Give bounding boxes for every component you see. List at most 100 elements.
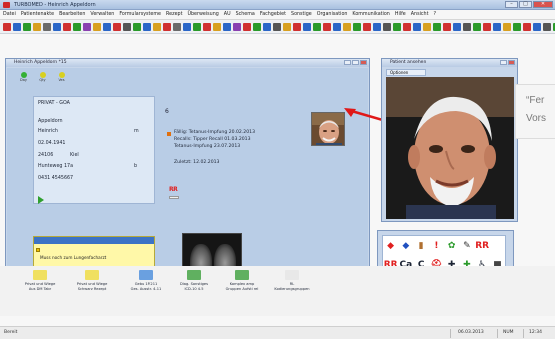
toolbar-button-icon[interactable]: [373, 22, 381, 31]
toolbar-button-icon[interactable]: [363, 22, 371, 31]
patient-minimize-button[interactable]: [344, 60, 351, 65]
toolbar-button-icon[interactable]: [353, 22, 361, 31]
menu-kommunikation[interactable]: Kommunikation: [352, 12, 389, 17]
patient-photo-thumbnail[interactable]: [311, 112, 345, 146]
toolbar-button-icon[interactable]: [343, 22, 351, 31]
toolbar-button-icon[interactable]: [333, 22, 341, 31]
menu-patientenakte[interactable]: Patientenakte: [21, 12, 54, 17]
quick-form-6[interactable]: RL Kodierungsgruppen: [268, 270, 316, 291]
toolbar-button-icon[interactable]: [543, 22, 551, 31]
photo-window-titlebar[interactable]: Patient ansehen: [382, 59, 517, 67]
menu-fachgebiet[interactable]: Fachgebiet: [260, 12, 286, 17]
menu-organisation[interactable]: Organisation: [317, 12, 348, 17]
quick-form-5[interactable]: Komplex amp Gruppen Aufsti rel: [218, 270, 266, 291]
toolbar-button-icon[interactable]: [443, 22, 451, 31]
toolbar-button-icon[interactable]: [383, 22, 391, 31]
toolbar-button-icon[interactable]: [93, 22, 101, 31]
status-light-day[interactable]: Day: [17, 72, 30, 82]
toolbar-button-icon[interactable]: [3, 22, 11, 31]
toolbar-button-icon[interactable]: [203, 22, 211, 31]
menu-verwalten[interactable]: Verwalten: [90, 12, 114, 17]
toolbar-button-icon[interactable]: [273, 22, 281, 31]
quick-form-1[interactable]: Privat und Wiege Aus DM Tabr: [16, 270, 64, 291]
toolbar-button-icon[interactable]: [283, 22, 291, 31]
play-icon[interactable]: [38, 196, 44, 204]
toolbar-button-icon[interactable]: [13, 22, 21, 31]
menu-rezept[interactable]: Rezept: [166, 12, 182, 17]
toolbar-button-icon[interactable]: [493, 22, 501, 31]
patient-window-titlebar[interactable]: Heinrich Appeldorn *15: [6, 59, 369, 67]
toolbar-button-icon[interactable]: [33, 22, 41, 31]
status-light-ves[interactable]: Ves: [55, 72, 68, 82]
photo-options-tab[interactable]: Optionen: [386, 69, 426, 76]
status-light-qty[interactable]: Qty: [36, 72, 49, 82]
toolbar-button-icon[interactable]: [123, 22, 131, 31]
toolbar-button-icon[interactable]: [233, 22, 241, 31]
toolbar-button-icon[interactable]: [183, 22, 191, 31]
toolbar-button-icon[interactable]: [513, 22, 521, 31]
toolbar-button-icon[interactable]: [473, 22, 481, 31]
toolbar-button-icon[interactable]: [323, 22, 331, 31]
toolbar-button-icon[interactable]: [73, 22, 81, 31]
toolbar-button-icon[interactable]: [533, 22, 541, 31]
maximize-button[interactable]: □: [519, 1, 532, 8]
toolbar-button-icon[interactable]: [143, 22, 151, 31]
toolbar-button-icon[interactable]: [253, 22, 261, 31]
menu-datei[interactable]: Datei: [3, 12, 16, 17]
toolbar-button-icon[interactable]: [173, 22, 181, 31]
toolbar-button-icon[interactable]: [403, 22, 411, 31]
toolbar-button-icon[interactable]: [43, 22, 51, 31]
toolbar-button-icon[interactable]: [193, 22, 201, 31]
toolbar-button-icon[interactable]: [163, 22, 171, 31]
rr-icon[interactable]: RR: [475, 241, 489, 251]
toolbar-button-icon[interactable]: [293, 22, 301, 31]
toolbar-button-icon[interactable]: [263, 22, 271, 31]
toolbar-button-icon[interactable]: [113, 22, 121, 31]
toolbar-button-icon[interactable]: [63, 22, 71, 31]
menu-schema[interactable]: Schema: [236, 12, 255, 17]
quick-form-3[interactable]: Gebu 1P.211 Ges. Ausstr. 4-11: [122, 270, 170, 291]
toolbar-button-icon[interactable]: [133, 22, 141, 31]
patient-close-button[interactable]: [360, 60, 367, 65]
toolbar-button-icon[interactable]: [423, 22, 431, 31]
toolbar-button-icon[interactable]: [53, 22, 61, 31]
quick-form-2[interactable]: Privat und Wiege Schwarz Rezept: [68, 270, 116, 291]
menu-bearbeiten[interactable]: Bearbeiten: [59, 12, 85, 17]
toolbar-button-icon[interactable]: [453, 22, 461, 31]
photo-close-button[interactable]: [508, 60, 515, 65]
menu-help[interactable]: ?: [433, 12, 436, 17]
toolbar-button-icon[interactable]: [223, 22, 231, 31]
patient-maximize-button[interactable]: [352, 60, 359, 65]
menu-ueberweisung[interactable]: Überweisung: [187, 12, 218, 17]
toolbar-button-icon[interactable]: [393, 22, 401, 31]
toolbar-button-icon[interactable]: [243, 22, 251, 31]
toolbar-button-icon[interactable]: [103, 22, 111, 31]
menu-ansicht[interactable]: Ansicht: [411, 12, 429, 17]
menu-sonstige[interactable]: Sonstige: [291, 12, 312, 17]
toolbar-button-icon[interactable]: [213, 22, 221, 31]
toolbar-button-icon[interactable]: [303, 22, 311, 31]
rr-label[interactable]: RR: [169, 186, 178, 193]
menu-hilfe[interactable]: Hilfe: [395, 12, 406, 17]
toolbar-button-icon[interactable]: [463, 22, 471, 31]
exclamation-icon[interactable]: !: [434, 241, 438, 251]
diamond-red-icon[interactable]: ◆: [387, 241, 394, 251]
toolbar-button-icon[interactable]: [413, 22, 421, 31]
toolbar-button-icon[interactable]: [433, 22, 441, 31]
pen-icon[interactable]: ✎: [463, 241, 471, 251]
photo-minimize-button[interactable]: [500, 60, 507, 65]
toolbar-button-icon[interactable]: [503, 22, 511, 31]
toolbar-button-icon[interactable]: [313, 22, 321, 31]
toolbar-button-icon[interactable]: [483, 22, 491, 31]
menu-formularsysteme[interactable]: Formularsysteme: [119, 12, 161, 17]
plant-icon[interactable]: ✿: [448, 241, 456, 251]
book-icon[interactable]: ▮: [419, 241, 424, 251]
toolbar-button-icon[interactable]: [523, 22, 531, 31]
toolbar-button-icon[interactable]: [23, 22, 31, 31]
toolbar-button-icon[interactable]: [83, 22, 91, 31]
quick-form-4[interactable]: Diag. Sonstiges ICD-10 4.5: [170, 270, 218, 291]
minimize-button[interactable]: –: [505, 1, 518, 8]
diamond-blue-icon[interactable]: ◆: [402, 241, 409, 251]
toolbar-button-icon[interactable]: [153, 22, 161, 31]
menu-au[interactable]: AU: [224, 12, 231, 17]
